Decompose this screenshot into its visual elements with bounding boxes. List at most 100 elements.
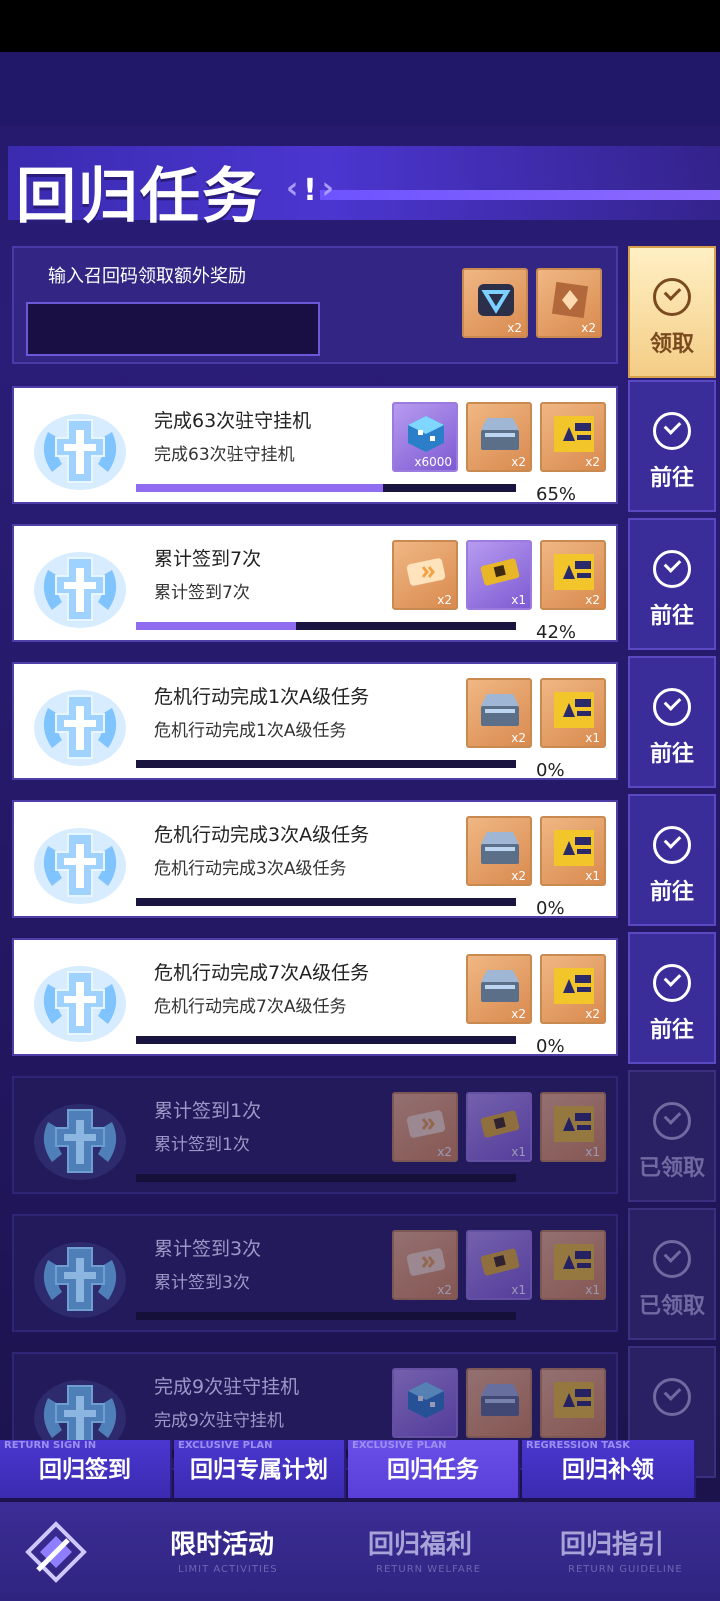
reward-qty: x2 — [511, 455, 526, 469]
reward-qty: x6000 — [414, 455, 452, 469]
task-subtitle: 累计签到1次 — [154, 1135, 250, 1155]
check-circle-icon — [653, 278, 691, 316]
reward-item[interactable]: x1 — [466, 1092, 532, 1162]
task-action-button[interactable]: 已领取 — [628, 1208, 716, 1340]
reward-item[interactable] — [466, 1368, 532, 1438]
reward-qty: x2 — [585, 1007, 600, 1021]
reward-qty: x1 — [511, 1283, 526, 1297]
logo-icon[interactable] — [24, 1520, 88, 1584]
reward-item[interactable] — [540, 1368, 606, 1438]
reward-item[interactable]: x2 — [466, 816, 532, 886]
return-ticket-icon — [550, 964, 598, 1008]
task-row: 危机行动完成1次A级任务 危机行动完成1次A级任务 x2 x1 0% — [12, 662, 618, 781]
task-action-button[interactable]: 前往 — [628, 380, 716, 512]
gold-ticket-icon — [476, 550, 524, 594]
subtab-en: RETURN SIGN IN — [4, 1440, 97, 1451]
task-title: 危机行动完成7次A级任务 — [154, 962, 370, 984]
task-action-label: 已领取 — [638, 1294, 705, 1319]
reward-qty: x2 — [437, 1145, 452, 1159]
reward-item[interactable] — [392, 1368, 458, 1438]
reward-item[interactable]: x2 — [462, 268, 528, 338]
task-subtitle: 累计签到7次 — [154, 583, 250, 603]
shield-cross-icon — [28, 402, 132, 496]
reward-item[interactable]: x2 — [392, 1092, 458, 1162]
task-title: 危机行动完成1次A级任务 — [154, 686, 370, 708]
chest-icon — [476, 964, 524, 1008]
subtab-3[interactable]: REGRESSION TASK 回归补领 — [522, 1440, 696, 1498]
task-row: 累计签到7次 累计签到7次 x2 x1 x2 42% — [12, 524, 618, 643]
task-title: 累计签到1次 — [154, 1100, 262, 1122]
check-circle-icon — [653, 688, 691, 726]
subtab-0[interactable]: RETURN SIGN IN 回归签到 — [0, 1440, 172, 1498]
nav-item-0[interactable]: 限时活动 — [170, 1524, 274, 1561]
task-title: 危机行动完成3次A级任务 — [154, 824, 370, 846]
reward-item[interactable]: x6000 — [392, 402, 458, 472]
subtab-label: 回归签到 — [39, 1457, 131, 1483]
reward-item[interactable]: x1 — [466, 1230, 532, 1300]
reward-qty: x1 — [585, 1145, 600, 1159]
recall-code-input[interactable] — [26, 302, 320, 356]
task-title: 完成9次驻守挂机 — [154, 1376, 300, 1398]
badge-card-icon — [546, 278, 594, 322]
chest-icon — [476, 1378, 524, 1422]
subtab-2[interactable]: EXCLUSIVE PLAN 回归任务 — [348, 1440, 520, 1498]
task-action-button[interactable]: 已领取 — [628, 1070, 716, 1202]
nav-item-sub: RETURN GUIDELINE — [568, 1564, 683, 1575]
bottom-nav: 限时活动 LIMIT ACTIVITIES 回归福利 RETURN WELFARE 回归… — [0, 1502, 720, 1601]
header-band — [0, 52, 720, 126]
reward-item[interactable]: x2 — [540, 954, 606, 1024]
progress-bar — [136, 622, 516, 630]
reward-item[interactable]: x2 — [392, 540, 458, 610]
reward-item[interactable]: x2 — [466, 678, 532, 748]
task-row: 完成63次驻守挂机 完成63次驻守挂机 x6000 x2 x2 65% — [12, 386, 618, 505]
progress-fill — [136, 622, 296, 630]
shield-cross-icon — [28, 1230, 132, 1324]
reward-qty: x1 — [585, 869, 600, 883]
pass-card-icon — [402, 550, 450, 594]
exclamation-icon[interactable]: ! — [286, 172, 334, 208]
reward-qty: x2 — [511, 869, 526, 883]
progress-fill — [136, 484, 383, 492]
return-ticket-icon — [550, 550, 598, 594]
reward-item[interactable]: x2 — [392, 1230, 458, 1300]
reward-item[interactable]: x1 — [466, 540, 532, 610]
task-action-label: 前往 — [649, 1018, 694, 1043]
check-circle-icon — [653, 412, 691, 450]
reward-item[interactable]: x1 — [540, 1092, 606, 1162]
task-action-label: 前往 — [649, 604, 694, 629]
task-subtitle: 完成9次驻守挂机 — [154, 1411, 284, 1431]
task-action-button[interactable]: 前往 — [628, 518, 716, 650]
progress-bar — [136, 1174, 516, 1182]
task-action-button[interactable]: 前往 — [628, 794, 716, 926]
progress-percent: 0% — [536, 760, 565, 781]
reward-qty: x2 — [437, 1283, 452, 1297]
page-title: 回归任务 — [16, 162, 264, 232]
reward-item[interactable]: x1 — [540, 816, 606, 886]
reward-item[interactable]: x1 — [540, 1230, 606, 1300]
reward-qty: x1 — [585, 1283, 600, 1297]
task-action-button[interactable]: 前往 — [628, 656, 716, 788]
task-action-button[interactable]: 前往 — [628, 932, 716, 1064]
task-action-label: 前往 — [649, 880, 694, 905]
reward-item[interactable]: x2 — [466, 402, 532, 472]
claim-button[interactable]: 领取 — [628, 246, 716, 378]
subtab-en: REGRESSION TASK — [526, 1440, 631, 1451]
nav-item-1[interactable]: 回归福利 — [368, 1524, 472, 1561]
subtab-1[interactable]: EXCLUSIVE PLAN 回归专属计划 — [174, 1440, 346, 1498]
nav-item-2[interactable]: 回归指引 — [560, 1524, 664, 1561]
reward-item[interactable]: x1 — [540, 678, 606, 748]
task-action-label: 已领取 — [638, 1156, 705, 1181]
reward-item[interactable]: x2 — [540, 402, 606, 472]
reward-item[interactable]: x2 — [536, 268, 602, 338]
gold-ticket-icon — [476, 1240, 524, 1284]
reward-qty: x2 — [511, 731, 526, 745]
reward-qty: x1 — [511, 593, 526, 607]
reward-item[interactable]: x2 — [540, 540, 606, 610]
nav-item-sub: LIMIT ACTIVITIES — [178, 1564, 278, 1575]
recall-code-label: 输入召回码领取额外奖励 — [48, 266, 246, 287]
reward-qty: x1 — [511, 1145, 526, 1159]
gold-ticket-icon — [476, 1102, 524, 1146]
shield-cross-icon — [28, 816, 132, 910]
reward-item[interactable]: x2 — [466, 954, 532, 1024]
return-ticket-icon — [550, 688, 598, 732]
